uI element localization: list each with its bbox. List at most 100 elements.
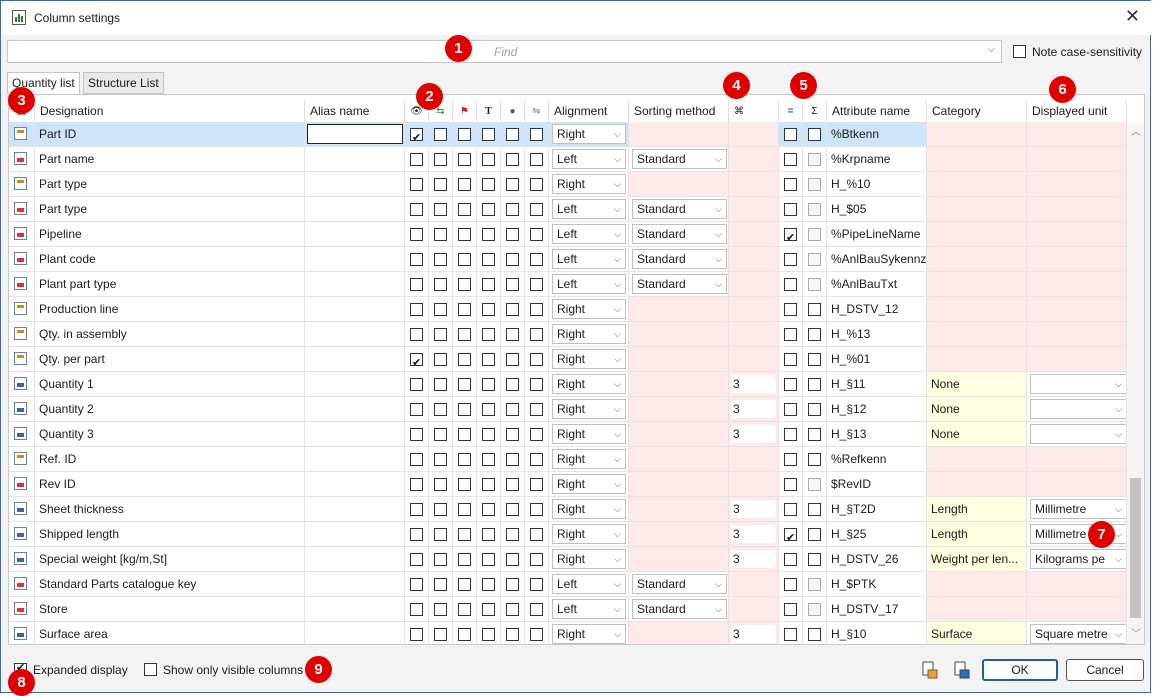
import-icon[interactable] xyxy=(920,661,938,679)
column-flag-checkbox[interactable] xyxy=(458,503,471,517)
equal-checkbox[interactable] xyxy=(784,253,797,267)
column-flag-checkbox[interactable] xyxy=(530,128,543,142)
sum-checkbox[interactable] xyxy=(808,353,821,367)
designation-cell[interactable]: Shipped length xyxy=(35,522,305,546)
column-flag-checkbox[interactable] xyxy=(410,253,423,267)
column-flag-checkbox[interactable] xyxy=(530,603,543,617)
equal-checkbox[interactable] xyxy=(784,178,797,192)
alias-cell[interactable] xyxy=(305,397,405,421)
designation-cell[interactable]: Qty. per part xyxy=(35,347,305,371)
alignment-select[interactable]: Left ⌵ xyxy=(552,149,626,169)
alias-cell[interactable] xyxy=(305,497,405,521)
digits-input[interactable]: 3 xyxy=(731,625,776,643)
column-flag-checkbox[interactable] xyxy=(410,403,423,417)
column-flag-checkbox[interactable] xyxy=(434,128,447,142)
table-row[interactable]: Quantity 2 Right ⌵ 3 H_§12 None ⌵ xyxy=(9,397,1127,422)
column-flag-checkbox[interactable] xyxy=(434,303,447,317)
scroll-down-icon[interactable]: ﹀ xyxy=(1131,625,1141,640)
table-row[interactable]: Quantity 1 Right ⌵ 3 H_§11 None ⌵ xyxy=(9,372,1127,397)
alignment-select[interactable]: Right ⌵ xyxy=(552,399,626,419)
designation-cell[interactable]: Quantity 1 xyxy=(35,372,305,396)
column-flag-checkbox[interactable] xyxy=(530,553,543,567)
column-flag-checkbox[interactable] xyxy=(506,628,519,642)
column-flag-checkbox[interactable] xyxy=(458,278,471,292)
column-flag-checkbox[interactable] xyxy=(506,453,519,467)
table-row[interactable]: Plant part type Left ⌵ Standard ⌵ %AnlBauTxt xyxy=(9,272,1127,297)
alignment-select[interactable]: Left ⌵ xyxy=(552,274,626,294)
sum-checkbox[interactable] xyxy=(808,303,821,317)
table-row[interactable]: Pipeline Left ⌵ Standard ⌵ %PipeLineName xyxy=(9,222,1127,247)
designation-cell[interactable]: Plant code xyxy=(35,247,305,271)
column-flag-checkbox[interactable] xyxy=(458,628,471,642)
column-flag-checkbox[interactable] xyxy=(530,503,543,517)
alignment-select[interactable]: Left ⌵ xyxy=(552,249,626,269)
column-flag-checkbox[interactable] xyxy=(434,278,447,292)
table-row[interactable]: Ref. ID Right ⌵ %Refkenn xyxy=(9,447,1127,472)
column-flag-checkbox[interactable] xyxy=(458,328,471,342)
designation-cell[interactable]: Qty. in assembly xyxy=(35,322,305,346)
table-row[interactable]: Standard Parts catalogue key Left ⌵ Standar… xyxy=(9,572,1127,597)
category-cell[interactable]: Length xyxy=(927,522,1027,546)
alignment-select[interactable]: Right ⌵ xyxy=(552,374,626,394)
column-flag-checkbox[interactable] xyxy=(434,553,447,567)
sorting-select[interactable]: Standard ⌵ xyxy=(632,274,727,294)
alias-cell[interactable] xyxy=(305,347,405,371)
designation-cell[interactable]: Rev ID xyxy=(35,472,305,496)
sum-checkbox[interactable] xyxy=(808,403,821,417)
sum-checkbox[interactable] xyxy=(808,628,821,642)
digits-input[interactable]: 3 xyxy=(731,500,776,518)
column-flag-checkbox[interactable] xyxy=(506,178,519,192)
sorting-select[interactable]: Standard ⌵ xyxy=(632,199,727,219)
sum-checkbox[interactable] xyxy=(808,178,821,192)
alignment-select[interactable]: Left ⌵ xyxy=(552,199,626,219)
alignment-select[interactable]: Right ⌵ xyxy=(552,449,626,469)
column-flag-checkbox[interactable] xyxy=(458,403,471,417)
column-flag-checkbox[interactable] xyxy=(458,303,471,317)
designation-cell[interactable]: Quantity 3 xyxy=(35,422,305,446)
column-flag-checkbox[interactable] xyxy=(434,403,447,417)
equal-checkbox[interactable] xyxy=(784,603,797,617)
unit-select[interactable]: ⌵ xyxy=(1030,399,1126,419)
column-flag-checkbox[interactable] xyxy=(434,478,447,492)
alias-cell[interactable] xyxy=(305,547,405,571)
equal-checkbox[interactable] xyxy=(784,526,797,546)
alias-cell[interactable] xyxy=(305,122,405,146)
table-row[interactable]: Production line Right ⌵ H_DSTV_12 xyxy=(9,297,1127,322)
equal-checkbox[interactable] xyxy=(784,353,797,367)
col-alignment[interactable]: Alignment xyxy=(549,100,629,123)
column-flag-checkbox[interactable] xyxy=(458,378,471,392)
alignment-select[interactable]: Left ⌵ xyxy=(552,224,626,244)
equal-checkbox[interactable] xyxy=(784,378,797,392)
cancel-button[interactable]: Cancel xyxy=(1066,659,1144,681)
column-flag-checkbox[interactable] xyxy=(410,378,423,392)
equal-checkbox[interactable] xyxy=(784,128,797,142)
column-flag-checkbox[interactable] xyxy=(506,428,519,442)
column-flag-checkbox[interactable] xyxy=(458,228,471,242)
column-flag-checkbox[interactable] xyxy=(530,278,543,292)
table-row[interactable]: Part ID Right ⌵ %Btkenn xyxy=(9,122,1127,147)
designation-cell[interactable]: Special weight [kg/m,St] xyxy=(35,547,305,571)
alignment-select[interactable]: Right ⌵ xyxy=(552,524,626,544)
column-flag-checkbox[interactable] xyxy=(482,478,495,492)
column-flag-checkbox[interactable] xyxy=(410,528,423,542)
sum-icon[interactable]: Σ xyxy=(803,100,827,123)
sum-checkbox[interactable] xyxy=(808,378,821,392)
column-flag-checkbox[interactable] xyxy=(530,353,543,367)
column-flag-checkbox[interactable] xyxy=(458,353,471,367)
alignment-select[interactable]: Right ⌵ xyxy=(552,174,626,194)
digits-input[interactable]: 3 xyxy=(731,550,776,568)
designation-cell[interactable]: Surface area xyxy=(35,622,305,644)
alias-cell[interactable] xyxy=(305,272,405,296)
close-icon[interactable]: ✕ xyxy=(1125,6,1140,27)
column-flag-checkbox[interactable] xyxy=(530,253,543,267)
column-flag-checkbox[interactable] xyxy=(506,253,519,267)
table-row[interactable]: Part type Right ⌵ H_%10 xyxy=(9,172,1127,197)
column-flag-checkbox[interactable] xyxy=(530,328,543,342)
alignment-select[interactable]: Right ⌵ xyxy=(552,474,626,494)
column-flag-checkbox[interactable] xyxy=(482,528,495,542)
equal-checkbox[interactable] xyxy=(784,578,797,592)
category-cell[interactable]: Surface xyxy=(927,622,1027,644)
column-flag-checkbox[interactable] xyxy=(530,228,543,242)
designation-cell[interactable]: Sheet thickness xyxy=(35,497,305,521)
column-flag-checkbox[interactable] xyxy=(506,553,519,567)
